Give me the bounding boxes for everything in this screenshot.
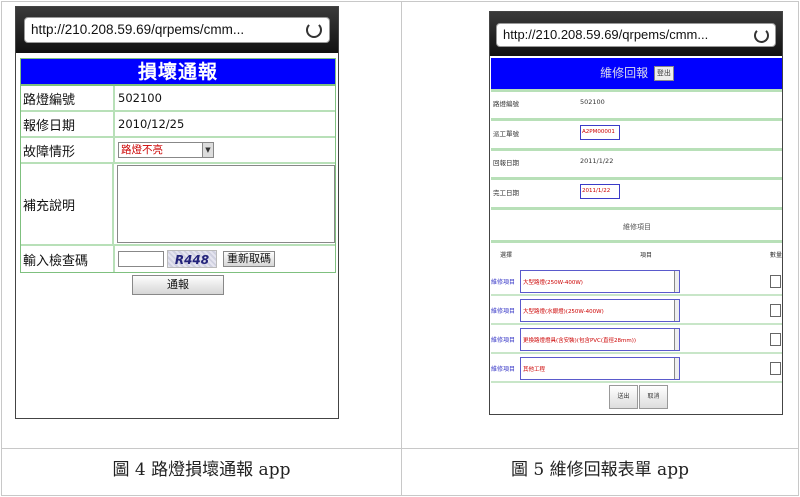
damage-report-form: 損壞通報 路燈編號 502100 報修日期 2010/12/25 故障情形 路燈… bbox=[20, 58, 336, 273]
caption-divider bbox=[2, 448, 798, 449]
note-textarea[interactable] bbox=[117, 165, 335, 243]
repair-report-screen: http://210.208.59.69/qrpems/cmm... 維修回報 … bbox=[489, 11, 783, 415]
lamp-id-row: 路燈編號 502100 bbox=[21, 86, 335, 112]
report-date-row: 回報日期 2011/1/22 bbox=[491, 151, 782, 174]
browser-url-bar: http://210.208.59.69/qrpems/cmm... bbox=[16, 7, 338, 53]
item-select-value: 大型路燈(水銀燈)(250W-400W) bbox=[523, 309, 604, 315]
complete-date-row: 完工日期 2011/1/22 bbox=[491, 181, 782, 204]
captcha-label: 輸入檢查碼 bbox=[21, 246, 115, 272]
figure-frame: http://210.208.59.69/qrpems/cmm... 損壞通報 … bbox=[1, 1, 799, 496]
browser-url-bar: http://210.208.59.69/qrpems/cmm... bbox=[490, 12, 782, 56]
dispatch-no-row: 派工單號 A2PM00001 bbox=[491, 122, 782, 145]
refresh-captcha-button[interactable]: 重新取碼 bbox=[223, 251, 275, 267]
url-text: http://210.208.59.69/qrpems/cmm... bbox=[31, 22, 245, 37]
left-caption: 圖 4 路燈損壞通報 app bbox=[112, 460, 291, 480]
select-header: 選擇 bbox=[500, 252, 513, 259]
lamp-id-row: 路燈編號 502100 bbox=[491, 92, 782, 115]
item-select-value: 大型路燈(250W-400W) bbox=[523, 280, 583, 286]
row-divider bbox=[491, 177, 782, 180]
list-item: 維修項目 其他工程 bbox=[491, 355, 782, 383]
chevron-down-icon[interactable] bbox=[674, 329, 679, 350]
item-tag: 維修項目 bbox=[491, 366, 516, 373]
note-row: 補充說明 bbox=[21, 164, 335, 246]
right-caption: 圖 5 維修回報表單 app bbox=[511, 460, 689, 480]
note-label: 補充說明 bbox=[21, 164, 114, 244]
column-divider bbox=[401, 2, 402, 495]
item-checkbox[interactable] bbox=[770, 275, 781, 288]
item-checkbox[interactable] bbox=[770, 362, 781, 375]
damage-report-screen: http://210.208.59.69/qrpems/cmm... 損壞通報 … bbox=[15, 6, 339, 419]
item-select-value: 更換路燈燈具(含安裝)(包含PVC(直徑28mm)) bbox=[523, 338, 637, 344]
report-date-value: 2010/12/25 bbox=[118, 117, 185, 131]
chevron-down-icon[interactable]: ▼ bbox=[202, 143, 213, 157]
item-select[interactable]: 大型路燈(250W-400W) bbox=[520, 270, 680, 293]
complete-date-label: 完工日期 bbox=[493, 189, 519, 197]
item-checkbox[interactable] bbox=[770, 304, 781, 317]
form-title-text: 維修回報 bbox=[600, 66, 649, 80]
item-tag: 維修項目 bbox=[491, 337, 516, 344]
captcha-input[interactable] bbox=[118, 251, 164, 267]
captcha-row: 輸入檢查碼 R448 重新取碼 bbox=[21, 246, 335, 272]
form-title: 維修回報 登出 bbox=[491, 58, 782, 89]
dispatch-no-input[interactable]: A2PM00001 bbox=[580, 125, 620, 140]
item-tag: 維修項目 bbox=[491, 279, 516, 286]
list-item: 維修項目 大型路燈(250W-400W) bbox=[491, 268, 782, 296]
fault-select-value: 路燈不亮 bbox=[121, 144, 163, 156]
qty-header: 數量 bbox=[770, 252, 783, 259]
item-checkbox[interactable] bbox=[770, 333, 781, 346]
item-select[interactable]: 更換路燈燈具(含安裝)(包含PVC(直徑28mm)) bbox=[520, 328, 680, 351]
logout-button[interactable]: 登出 bbox=[653, 66, 674, 81]
report-date-row: 報修日期 2010/12/25 bbox=[21, 112, 335, 138]
lamp-id-value: 502100 bbox=[580, 98, 605, 106]
report-date-label: 報修日期 bbox=[21, 112, 115, 136]
lamp-id-value: 502100 bbox=[118, 91, 162, 105]
dispatch-no-label: 派工單號 bbox=[493, 130, 519, 138]
chevron-down-icon[interactable] bbox=[674, 358, 679, 379]
row-divider bbox=[491, 118, 782, 121]
report-submit-button[interactable]: 通報 bbox=[132, 275, 224, 295]
url-field[interactable]: http://210.208.59.69/qrpems/cmm... bbox=[24, 17, 330, 43]
report-date-label: 回報日期 bbox=[493, 159, 519, 167]
item-tag: 維修項目 bbox=[491, 308, 516, 315]
chevron-down-icon[interactable] bbox=[674, 271, 679, 292]
report-date-value: 2011/1/22 bbox=[580, 157, 614, 165]
refresh-icon[interactable] bbox=[754, 28, 769, 43]
item-select-value: 其他工程 bbox=[523, 367, 546, 373]
complete-date-input[interactable]: 2011/1/22 bbox=[580, 184, 620, 199]
fault-row: 故障情形 路燈不亮 ▼ bbox=[21, 138, 335, 164]
row-divider bbox=[491, 240, 782, 243]
row-divider bbox=[491, 207, 782, 210]
fault-label: 故障情形 bbox=[21, 138, 115, 162]
lamp-id-label: 路燈編號 bbox=[21, 86, 115, 110]
list-item: 維修項目 更換路燈燈具(含安裝)(包含PVC(直徑28mm)) bbox=[491, 326, 782, 354]
url-field[interactable]: http://210.208.59.69/qrpems/cmm... bbox=[496, 23, 776, 47]
captcha-image: R448 bbox=[167, 250, 217, 268]
fault-select[interactable]: 路燈不亮 ▼ bbox=[118, 142, 214, 158]
repair-submit-button[interactable]: 送出 bbox=[609, 385, 638, 409]
section-title: 維修項目 bbox=[623, 223, 651, 231]
item-select[interactable]: 其他工程 bbox=[520, 357, 680, 380]
cancel-button[interactable]: 取消 bbox=[639, 385, 668, 409]
list-item: 維修項目 大型路燈(水銀燈)(250W-400W) bbox=[491, 297, 782, 325]
item-header: 項目 bbox=[640, 252, 653, 259]
form-title: 損壞通報 bbox=[21, 59, 335, 86]
chevron-down-icon[interactable] bbox=[674, 300, 679, 321]
lamp-id-label: 路燈編號 bbox=[493, 100, 519, 108]
refresh-icon[interactable] bbox=[306, 22, 322, 38]
url-text: http://210.208.59.69/qrpems/cmm... bbox=[503, 27, 709, 42]
item-select[interactable]: 大型路燈(水銀燈)(250W-400W) bbox=[520, 299, 680, 322]
